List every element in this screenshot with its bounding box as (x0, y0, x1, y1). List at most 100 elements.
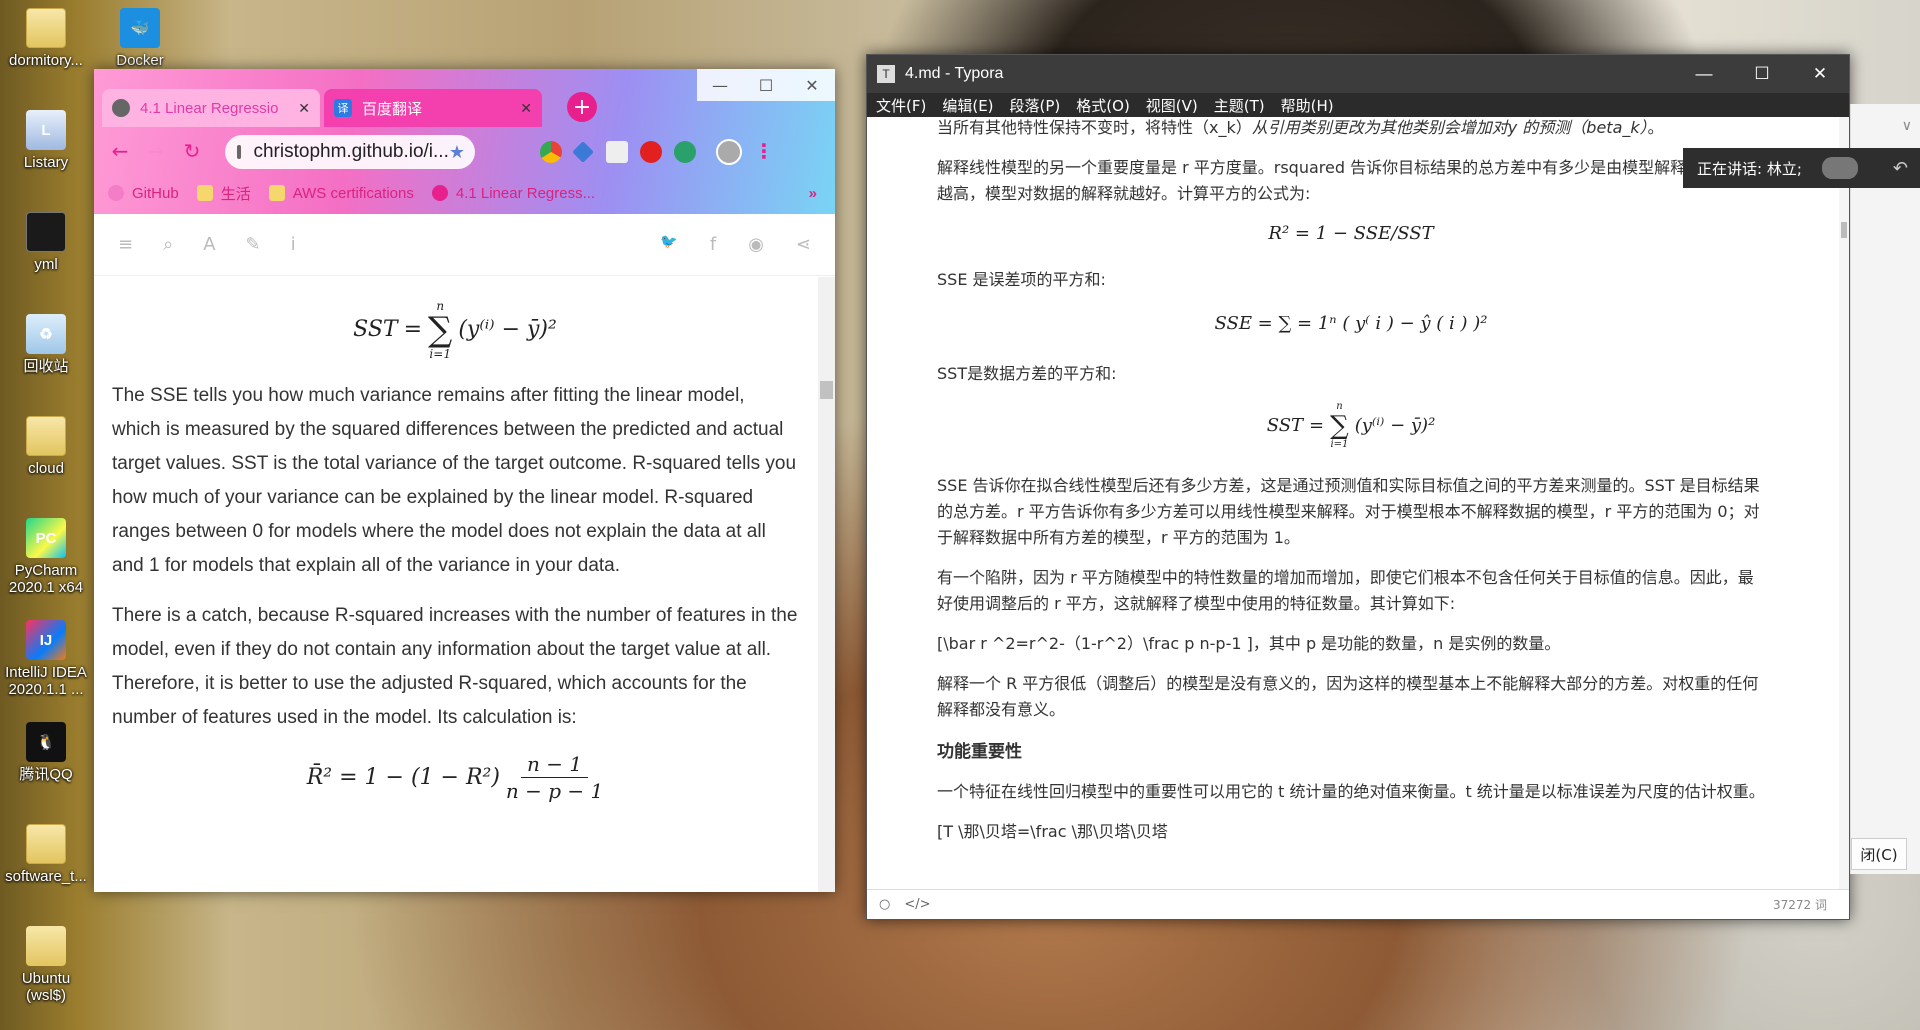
desktop-icon-label: Docker (116, 52, 164, 69)
bookmark-star-icon[interactable]: ★ (449, 142, 465, 163)
bookmark-folder-life[interactable]: 生活 (196, 183, 251, 204)
desktop-icon-software[interactable]: software_t... (0, 824, 92, 885)
tab-close-icon[interactable]: ✕ (520, 100, 532, 117)
typora-editor[interactable]: 当所有其他特性保持不变时，将特性（x_k）从引用类别更改为其他类别会增加对y 的… (867, 117, 1839, 889)
folder-icon (26, 824, 66, 864)
equation-text: = (403, 317, 423, 342)
chrome-titlebar: — ☐ ✕ 4.1 Linear Regressio ✕ 译 百度翻译 ✕ + … (94, 69, 835, 214)
sst-equation: SST = n ∑ i=1 (y⁽ⁱ⁾ − ȳ)² (937, 401, 1765, 451)
word-count[interactable]: 37272 词 (1773, 896, 1827, 913)
scrollbar-thumb[interactable] (820, 381, 833, 399)
reload-button[interactable]: ↻ (174, 135, 210, 167)
bookmark-label: 生活 (220, 185, 251, 203)
desktop-icon-ubuntu[interactable]: Ubuntu (wsl$) (0, 926, 92, 1004)
tab-linear-regression[interactable]: 4.1 Linear Regressio ✕ (102, 89, 320, 127)
new-tab-button[interactable]: + (567, 92, 597, 122)
tab-baidu-translate[interactable]: 译 百度翻译 ✕ (324, 89, 542, 127)
address-bar[interactable]: christophm.github.io/i... ★ (225, 135, 475, 169)
paragraph: There is a catch, because R-squared incr… (112, 605, 798, 728)
desktop-icon-recycle-bin[interactable]: ♻ 回收站 (0, 314, 92, 375)
source-mode-icon[interactable]: </> (904, 897, 930, 912)
github-icon (108, 185, 124, 201)
desktop-icon-label: dormitory... (9, 52, 83, 69)
lock-icon (237, 145, 242, 159)
tab-close-icon[interactable]: ✕ (298, 100, 310, 117)
back-button[interactable]: ← (102, 135, 138, 167)
extension-icon[interactable] (606, 141, 628, 163)
bookmarks-more-button[interactable]: » (809, 185, 817, 202)
forward-button[interactable]: → (138, 135, 174, 167)
italic-text: 从引用类别更改为其他类别会增加对y 的预测（beta_k） (1251, 118, 1648, 137)
desktop-icon-dormitory[interactable]: dormitory... (0, 8, 92, 69)
menu-format[interactable]: 格式(O) (1076, 95, 1130, 116)
desktop-icon-yml[interactable]: yml (0, 212, 92, 273)
close-button[interactable]: 闭(C) (1851, 838, 1907, 870)
file-icon (26, 212, 66, 252)
extension-icon[interactable] (674, 141, 696, 163)
chrome-maximize-button[interactable]: ☐ (743, 69, 789, 101)
desktop-icon-label: yml (34, 256, 58, 273)
r2-equation: R² = 1 − SSE/SST (1268, 223, 1434, 244)
menu-view[interactable]: 视图(V) (1146, 95, 1198, 116)
desktop-icon-cloud[interactable]: cloud (0, 416, 92, 477)
desktop-icon-pycharm[interactable]: PC PyCharm 2020.1 x64 (0, 518, 92, 596)
paragraph: 解释一个 R 平方很低（调整后）的模型是没有意义的，因为这样的模型基本上不能解释… (937, 674, 1759, 719)
sst-equation: SST = n ∑ i=1 (y⁽ⁱ⁾ − ȳ)² (112, 299, 798, 361)
twitter-icon[interactable]: 🐦 (660, 234, 677, 255)
typora-maximize-button[interactable]: ☐ (1733, 64, 1791, 84)
bookmark-github[interactable]: GitHub (108, 185, 179, 202)
adblock-icon[interactable] (640, 141, 662, 163)
menu-icon[interactable]: ≡ (118, 234, 133, 255)
bookmark-folder-aws[interactable]: AWS certifications (268, 185, 414, 202)
menu-paragraph[interactable]: 段落(P) (1010, 95, 1061, 116)
info-icon[interactable]: i (291, 234, 296, 255)
menu-file[interactable]: 文件(F) (876, 95, 926, 116)
recycle-bin-icon: ♻ (26, 314, 66, 354)
typora-scrollbar[interactable] (1839, 117, 1849, 889)
desktop-icon-intellij[interactable]: IJ IntelliJ IDEA 2020.1.1 ... (0, 620, 92, 698)
chrome-window: — ☐ ✕ 4.1 Linear Regressio ✕ 译 百度翻译 ✕ + … (94, 69, 835, 892)
sigma: ∑ (428, 310, 453, 350)
equation-text: = (1309, 415, 1325, 436)
desktop-icon-listary[interactable]: L Listary (0, 110, 92, 171)
chrome-extension-icon[interactable] (540, 141, 562, 163)
menu-edit[interactable]: 编辑(E) (942, 95, 993, 116)
equation-text: SST (1266, 415, 1304, 436)
font-icon[interactable]: A (203, 234, 215, 255)
chrome-menu-icon[interactable]: ⋮ (754, 139, 774, 163)
github-icon[interactable]: ◉ (748, 234, 764, 255)
desktop-icon-docker[interactable]: 🐳 Docker (94, 8, 186, 69)
equation-text: SST (353, 317, 398, 342)
scrollbar-thumb[interactable] (1841, 222, 1847, 238)
typora-close-button[interactable]: ✕ (1791, 64, 1849, 84)
facebook-icon[interactable]: f (710, 234, 716, 255)
paragraph: The SSE tells you how much variance rema… (112, 385, 797, 576)
sum-lower: i=1 (1330, 439, 1349, 450)
sigma: ∑ (1330, 411, 1349, 441)
adjusted-r2-equation: R̄² = 1 − (1 − R²) n − 1 n − p − 1 (112, 751, 798, 804)
chevron-down-icon[interactable]: ∨ (1902, 118, 1912, 134)
typora-minimize-button[interactable]: — (1675, 64, 1733, 84)
window-title: 4.md - Typora (905, 65, 1004, 82)
bookmark-linear-regression[interactable]: 4.1 Linear Regress... (431, 185, 595, 202)
desktop-icon-qq[interactable]: 🐧 腾讯QQ (0, 722, 92, 783)
sum-symbol: n ∑ i=1 (1330, 401, 1349, 451)
docker-icon: 🐳 (120, 8, 160, 48)
chrome-close-button[interactable]: ✕ (789, 69, 835, 101)
pycharm-icon: PC (26, 518, 66, 558)
search-icon[interactable]: ⌕ (163, 234, 173, 255)
sum-lower: i=1 (429, 347, 451, 361)
chrome-minimize-button[interactable]: — (697, 69, 743, 101)
edit-icon[interactable]: ✎ (246, 234, 261, 255)
menu-theme[interactable]: 主题(T) (1214, 95, 1265, 116)
profile-avatar[interactable] (716, 139, 742, 165)
outline-toggle-icon[interactable]: ○ (879, 897, 890, 912)
folder-shortcut-icon (26, 926, 66, 966)
share-icon[interactable]: ⋖ (796, 234, 811, 255)
menu-help[interactable]: 帮助(H) (1281, 95, 1334, 116)
paragraph: SSE 告诉你在拟合线性模型后还有多少方差，这是通过预测值和实际目标值之间的平方… (937, 476, 1760, 547)
folder-icon (26, 8, 66, 48)
paragraph: [\bar r ^2=r^2-（1-r^2）\frac p n-p-1 ]，其中… (937, 634, 1561, 653)
back-icon[interactable]: ↶ (1893, 158, 1908, 179)
chrome-scrollbar[interactable] (818, 277, 835, 892)
